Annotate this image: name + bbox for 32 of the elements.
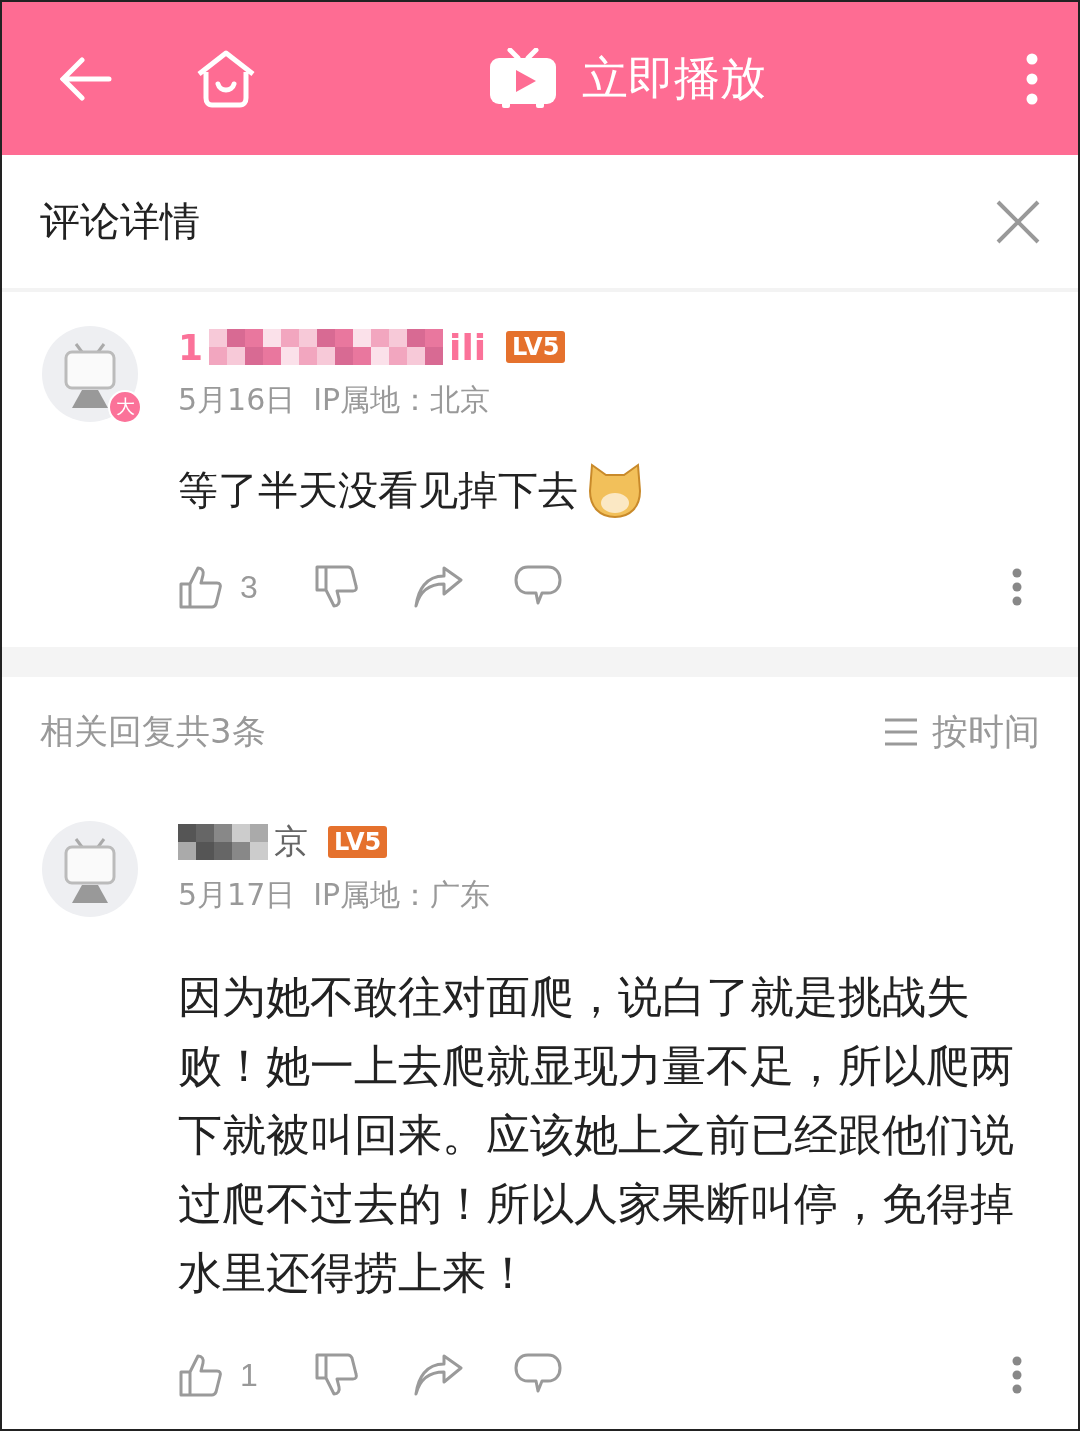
like-button[interactable]: 3 xyxy=(178,564,258,610)
sort-icon xyxy=(884,718,918,746)
comment-text: 因为她不敢往对面爬，说白了就是挑战失败！她一上去爬就显现力量不足，所以爬两下就被叫回来。应该她上之前已经跟他们说过爬不过去的！所以人家果断叫停，免得掉水里还得捞上来！ xyxy=(178,970,1015,1300)
avatar-badge: 大 xyxy=(108,390,142,424)
panel-title: 评论详情 xyxy=(40,197,200,246)
comment-date: 5月17日 xyxy=(178,876,296,914)
more-button[interactable] xyxy=(1012,1356,1022,1394)
comment-text: 等了半天没看见掉下去 xyxy=(178,466,578,515)
username[interactable]: 1 xyxy=(178,326,204,368)
dislike-button[interactable] xyxy=(313,564,360,610)
more-button[interactable] xyxy=(1012,568,1022,606)
home-icon[interactable] xyxy=(196,49,256,108)
dislike-button[interactable] xyxy=(313,1352,360,1398)
back-icon[interactable] xyxy=(60,56,112,101)
username[interactable]: ili xyxy=(449,326,487,368)
close-button[interactable] xyxy=(996,199,1040,244)
more-icon[interactable] xyxy=(1026,52,1038,105)
username[interactable]: 京 xyxy=(274,819,308,865)
level-badge: LV5 xyxy=(328,826,388,858)
ip-location: IP属地：北京 xyxy=(313,381,491,419)
avatar[interactable] xyxy=(42,821,138,917)
ip-location: IP属地：广东 xyxy=(313,876,491,914)
avatar[interactable] xyxy=(42,326,138,422)
share-button[interactable] xyxy=(413,1354,464,1396)
play-now-label[interactable]: 立即播放 xyxy=(582,47,766,110)
sort-button[interactable]: 按时间 xyxy=(884,707,1040,757)
like-button[interactable]: 1 xyxy=(178,1352,258,1398)
level-badge: LV5 xyxy=(506,331,566,363)
reply-count: 相关回复共3条 xyxy=(40,710,266,753)
comment-date: 5月16日 xyxy=(178,381,296,419)
tv-play-icon[interactable] xyxy=(488,47,558,110)
share-button[interactable] xyxy=(413,566,464,608)
